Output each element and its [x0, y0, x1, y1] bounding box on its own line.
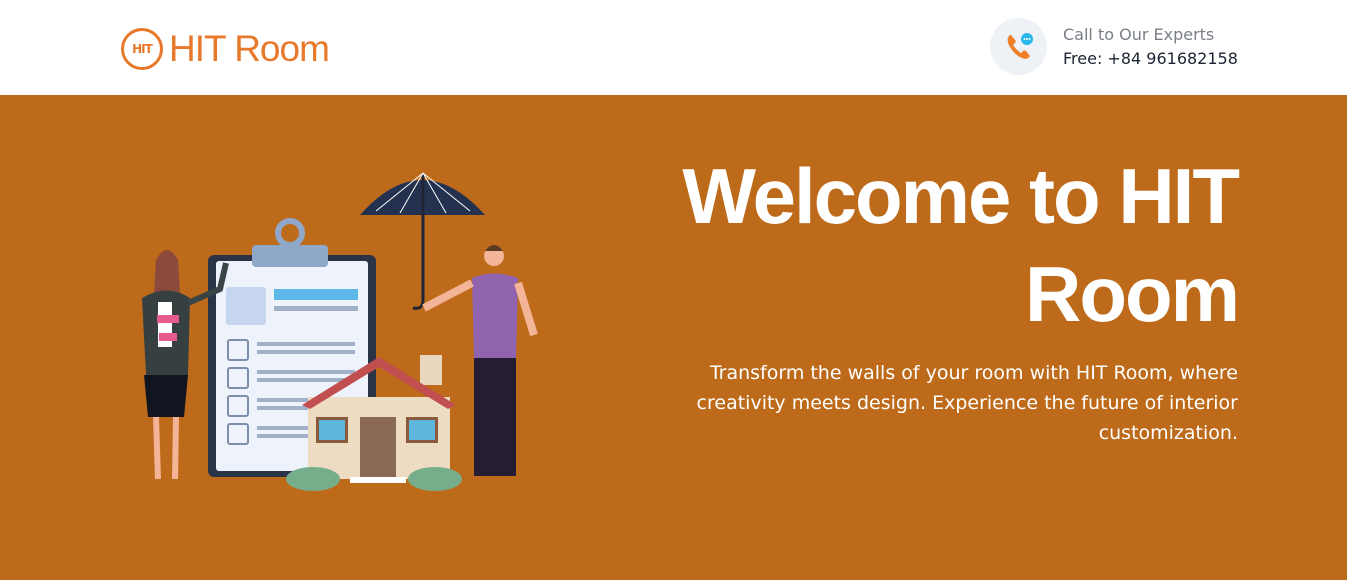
hero-description: Transform the walls of your room with HI… — [696, 362, 1238, 444]
contact-label: Call to Our Experts — [1063, 24, 1215, 44]
logo-badge-icon: HIT — [121, 28, 163, 70]
logo[interactable]: HIT HIT Room — [121, 28, 330, 70]
real-estate-insurance-illustration — [142, 172, 538, 491]
hero-section: Welcome to HIT Room Transform the walls … — [0, 95, 1347, 580]
logo-text: HIT Room — [169, 28, 330, 69]
contact-phone[interactable]: Free: +84 961682158 — [1063, 47, 1238, 71]
hero-title: Welcome to HIT Room — [682, 152, 1240, 338]
phone-chat-icon — [990, 18, 1047, 75]
logo-badge-text: HIT — [132, 42, 153, 56]
site-header: HIT HIT Room Call to Our Experts Free: +… — [0, 0, 1347, 95]
contact-block[interactable]: Call to Our Experts Free: +84 961682158 — [990, 18, 1238, 75]
